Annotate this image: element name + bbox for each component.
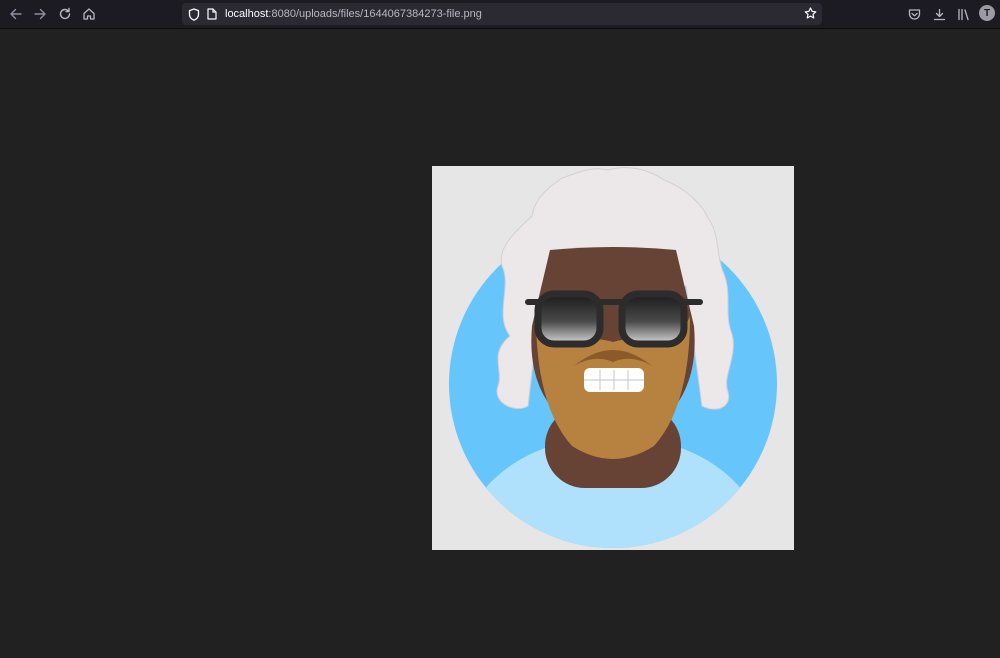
url-host: localhost <box>225 8 269 20</box>
pocket-icon <box>908 8 920 20</box>
url-text[interactable]: localhost:8080/uploads/files/16440673842… <box>225 7 482 21</box>
reload-button[interactable] <box>55 4 75 24</box>
back-button[interactable] <box>6 4 26 24</box>
address-bar[interactable]: localhost:8080/uploads/files/16440673842… <box>182 3 822 25</box>
pocket-button[interactable] <box>904 4 924 24</box>
shield-icon[interactable] <box>188 8 200 21</box>
account-button[interactable]: T <box>978 4 998 24</box>
arrow-right-icon <box>34 8 46 20</box>
page-icon[interactable] <box>207 8 217 20</box>
library-button[interactable] <box>954 4 974 24</box>
library-icon <box>958 8 969 20</box>
reload-icon <box>59 7 71 20</box>
displayed-image[interactable] <box>432 166 794 550</box>
url-path: :8080/uploads/files/1644067384273-file.p… <box>268 8 482 20</box>
download-icon <box>933 8 945 20</box>
home-button[interactable] <box>79 4 99 24</box>
browser-toolbar: localhost:8080/uploads/files/16440673842… <box>0 0 1000 29</box>
arrow-left-icon <box>10 8 22 20</box>
star-icon[interactable] <box>804 7 817 20</box>
avatar-illustration <box>432 166 794 550</box>
account-avatar: T <box>979 5 995 21</box>
home-icon <box>83 8 95 20</box>
forward-button[interactable] <box>30 4 50 24</box>
downloads-button[interactable] <box>929 4 949 24</box>
